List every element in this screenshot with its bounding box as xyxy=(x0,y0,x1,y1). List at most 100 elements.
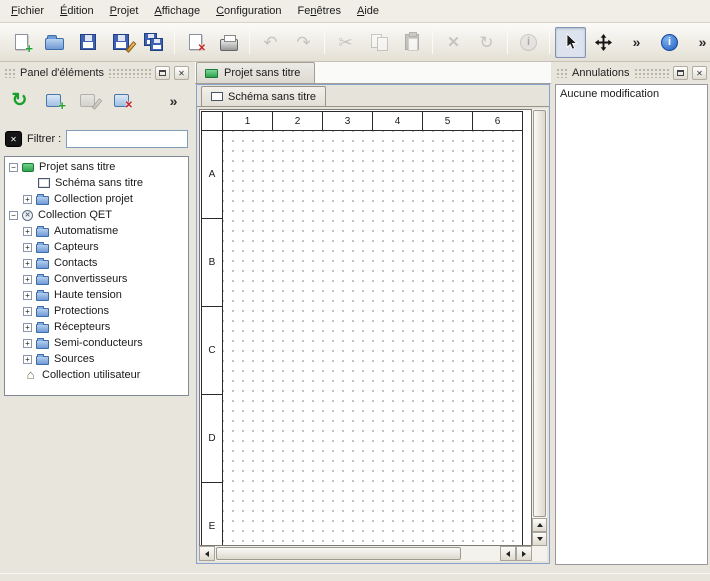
tree-item-label: Haute tension xyxy=(54,289,122,301)
scroll-left-button-end[interactable] xyxy=(500,546,516,561)
scroll-up-button[interactable] xyxy=(532,518,547,532)
ruler-column-2: 2 xyxy=(273,111,323,131)
clear-filter-button[interactable]: ✕ xyxy=(5,131,22,147)
expand-toggle-icon[interactable]: + xyxy=(23,259,32,268)
chevrons-icon: » xyxy=(699,35,707,49)
save-as-button[interactable] xyxy=(105,27,136,58)
expand-toggle-icon[interactable]: + xyxy=(23,275,32,284)
cut-icon: ✂ xyxy=(338,34,352,51)
menu-aide[interactable]: Aide xyxy=(349,2,387,20)
hscroll-thumb[interactable] xyxy=(216,547,461,560)
tree-item-automatisme[interactable]: +Automatisme xyxy=(5,223,188,239)
undo-dock-close-button[interactable]: ✕ xyxy=(692,66,707,80)
ruler-column-6: 6 xyxy=(473,111,523,131)
dock-grip xyxy=(4,68,16,78)
tree-item-recepteurs[interactable]: + Récepteurs xyxy=(5,319,188,335)
undo-icon: ↶ xyxy=(263,34,277,51)
tree-item-label: Collection utilisateur xyxy=(42,369,140,381)
folder-icon xyxy=(36,324,49,333)
tree-item-convertisseurs[interactable]: + Convertisseurs xyxy=(5,271,188,287)
diagram-icon xyxy=(211,92,223,101)
ruler-row-D: D xyxy=(201,395,223,483)
expand-toggle-icon[interactable]: + xyxy=(23,323,32,332)
tree-item-label: Convertisseurs xyxy=(54,273,127,285)
expand-toggle-icon[interactable]: + xyxy=(23,243,32,252)
collapse-toggle-icon[interactable]: − xyxy=(9,163,18,172)
undo-dock-float-button[interactable] xyxy=(673,66,688,80)
tree-item-haute-tension[interactable]: + Haute tension xyxy=(5,287,188,303)
pan-mode-button[interactable] xyxy=(588,27,619,58)
undo-dock-titlebar[interactable]: Annulations ✕ xyxy=(556,65,707,81)
project-subwindow: Schéma sans titre 123456 ABCDE xyxy=(196,84,550,564)
elements-dock-close-button[interactable]: ✕ xyxy=(174,66,189,80)
menu-fenetres[interactable]: Fenêtres xyxy=(290,2,349,20)
tree-item-collection-utilisateur[interactable]: Collection utilisateur xyxy=(5,367,188,383)
scroll-down-button[interactable] xyxy=(532,532,547,546)
elements-dock-titlebar[interactable]: Panel d'éléments ✕ xyxy=(4,65,189,81)
tree-item-capteurs[interactable]: +Capteurs xyxy=(5,239,188,255)
close-project-button[interactable]: ✕ xyxy=(180,27,211,58)
new-project-button[interactable]: + xyxy=(6,27,37,58)
vscroll-trough[interactable] xyxy=(532,109,547,518)
reload-collections-button[interactable]: ↻ xyxy=(5,86,34,115)
tree-item-collection-qet[interactable]: −Collection QET xyxy=(5,207,188,223)
ruler-row-E: E xyxy=(201,483,223,546)
filter-input[interactable] xyxy=(66,130,188,148)
menu-affichage[interactable]: Affichage xyxy=(146,2,208,20)
expand-toggle-icon[interactable]: + xyxy=(23,307,32,316)
chevrons-icon: » xyxy=(633,35,641,49)
expand-toggle-icon[interactable]: + xyxy=(23,339,32,348)
user-icon xyxy=(24,369,37,381)
save-button[interactable] xyxy=(72,27,103,58)
expand-toggle-icon[interactable]: + xyxy=(23,195,32,204)
menu-projet[interactable]: Projet xyxy=(102,2,147,20)
delete-element-button[interactable]: ✕ xyxy=(107,86,136,115)
toolbar-overflow-button[interactable]: » xyxy=(621,27,652,58)
select-mode-button[interactable] xyxy=(555,27,586,58)
diagram-canvas[interactable]: 123456 ABCDE xyxy=(199,109,532,546)
tree-item-contacts[interactable]: +Contacts xyxy=(5,255,188,271)
undo-item[interactable]: Aucune modification xyxy=(558,86,705,102)
float-icon xyxy=(159,70,166,76)
menu-edition[interactable]: Édition xyxy=(52,2,102,20)
tree-item-collection-projet[interactable]: + Collection projet xyxy=(5,191,188,207)
tab-diagram[interactable]: Schéma sans titre xyxy=(201,86,326,106)
about-button[interactable]: i xyxy=(654,27,685,58)
scroll-left-button[interactable] xyxy=(199,546,215,561)
menu-configuration[interactable]: Configuration xyxy=(208,2,289,20)
tree-item-projet-sans-titre[interactable]: −Projet sans titre xyxy=(5,159,188,175)
menu-fichier[interactable]: Fichier xyxy=(3,2,52,20)
tab-project[interactable]: Projet sans titre xyxy=(196,62,315,83)
tree-item-sources[interactable]: +Sources xyxy=(5,351,188,367)
vscroll-thumb[interactable] xyxy=(533,110,546,517)
expand-toggle-icon[interactable]: + xyxy=(23,227,32,236)
ruler-row-C: C xyxy=(201,307,223,395)
conductor-properties-button: i xyxy=(513,27,544,58)
tree-item-semi-conducteurs[interactable]: +Semi-conducteurs xyxy=(5,335,188,351)
hscroll-trough[interactable] xyxy=(215,546,500,561)
panel-overflow-button[interactable]: » xyxy=(159,86,188,115)
elements-dock-float-button[interactable] xyxy=(155,66,170,80)
tab-diagram-label: Schéma sans titre xyxy=(228,91,316,103)
new-element-button[interactable]: + xyxy=(39,86,68,115)
expand-toggle-icon[interactable]: + xyxy=(23,355,32,364)
collapse-toggle-icon[interactable]: − xyxy=(9,211,18,220)
close-icon: ✕ xyxy=(189,34,202,50)
save-all-button[interactable] xyxy=(138,27,169,58)
tree-item-protections[interactable]: +Protections xyxy=(5,303,188,319)
print-button[interactable] xyxy=(213,27,244,58)
undo-history-list[interactable]: Aucune modification xyxy=(555,84,708,565)
tree-item-label: Schéma sans titre xyxy=(55,177,143,189)
scroll-right-button[interactable] xyxy=(516,546,532,561)
horizontal-scrollbar[interactable] xyxy=(199,546,532,561)
ruler-corner xyxy=(201,111,223,131)
filter-row: ✕ Filtrer : xyxy=(5,130,188,148)
tree-item-schema-sans-titre[interactable]: Schéma sans titre xyxy=(5,175,188,191)
open-project-button[interactable] xyxy=(39,27,70,58)
help-toolbar-overflow-button[interactable]: » xyxy=(687,27,710,58)
expand-toggle-icon[interactable]: + xyxy=(23,291,32,300)
vertical-scrollbar[interactable] xyxy=(532,109,547,546)
tree-item-label: Récepteurs xyxy=(54,321,110,333)
undo-dock-title: Annulations xyxy=(572,67,630,79)
tree-item-label: Collection projet xyxy=(54,193,133,205)
